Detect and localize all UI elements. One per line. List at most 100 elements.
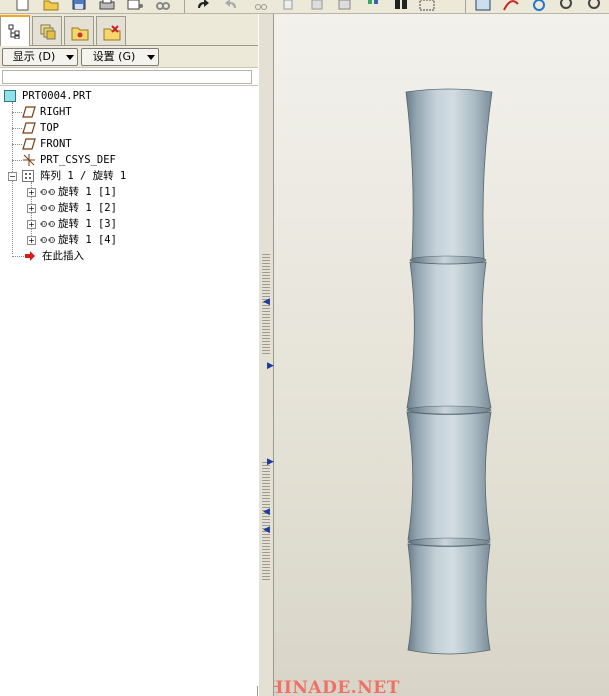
save-icon[interactable] [70, 0, 88, 12]
regenerate-icon[interactable] [364, 0, 382, 12]
send-mail-icon[interactable] [126, 0, 144, 12]
toolbar [0, 0, 609, 14]
expand-toggle[interactable]: + [27, 188, 36, 197]
tree-connector [12, 256, 24, 257]
bamboo-node-ring [407, 537, 491, 547]
collapse-left-arrow-icon[interactable]: ◀ [263, 508, 270, 517]
datum-plane-icon [22, 138, 36, 150]
bamboo-segment[interactable] [407, 543, 491, 655]
expand-toggle[interactable]: + [27, 204, 36, 213]
coordinate-system-icon [23, 154, 35, 166]
spin-icon[interactable] [530, 0, 548, 12]
layers-icon [40, 24, 56, 40]
tree-root-label: PRT0004.PRT [22, 90, 92, 102]
collapse-toggle[interactable]: − [8, 172, 17, 181]
expand-right-arrow-icon[interactable]: ▶ [267, 362, 274, 371]
tree-item-csys[interactable]: PRT_CSYS_DEF [22, 152, 222, 168]
binoculars-icon[interactable] [392, 0, 410, 12]
tree-connector [12, 144, 22, 145]
graphics-viewport[interactable]: BBS.CHINADE.NET [274, 14, 609, 696]
toolbar-separator [465, 0, 466, 13]
tab-folder-browser[interactable] [64, 16, 94, 45]
paste-icon[interactable] [308, 0, 326, 12]
tab-layers[interactable] [32, 16, 62, 45]
zoom-icon[interactable] [558, 0, 576, 12]
collapse-left-arrow-icon[interactable]: ◀ [263, 526, 270, 535]
revolve-icon [40, 205, 56, 211]
collapse-left-arrow-icon[interactable]: ◀ [263, 298, 270, 307]
pattern-icon [22, 170, 34, 182]
tree-item-label: 在此插入 [42, 250, 84, 262]
new-file-icon[interactable] [14, 0, 32, 12]
insert-arrow-icon [25, 251, 35, 261]
tree-item-label: PRT_CSYS_DEF [40, 154, 116, 166]
print-icon[interactable] [98, 0, 116, 12]
tree-connector [12, 160, 22, 161]
bamboo-model[interactable] [274, 14, 609, 696]
tree-item-label: 旋转 1 [2] [58, 202, 117, 214]
open-folder-icon[interactable] [42, 0, 60, 12]
tree-item-revolve[interactable]: 旋转 1 [3] [40, 216, 190, 232]
tree-item-label: 旋转 1 [4] [58, 234, 117, 246]
tab-favorites[interactable] [96, 16, 126, 45]
model-tree: PRT0004.PRT RIGHT TOP FRONT PRT_CSYS_DEF… [0, 86, 258, 686]
dropdown-arrow-icon [66, 55, 74, 60]
spline-icon[interactable] [502, 0, 520, 12]
datum-plane-icon [22, 122, 36, 134]
tab-model-tree[interactable] [0, 15, 30, 46]
tree-connector [12, 128, 22, 129]
show-menu-button[interactable]: 显示 (D) [2, 48, 78, 66]
tree-item-insert-here[interactable]: 在此插入 [24, 248, 174, 264]
tree-item-revolve[interactable]: 旋转 1 [1] [40, 184, 190, 200]
folder-icon [71, 27, 89, 41]
undo-icon[interactable] [194, 0, 212, 12]
tree-item-revolve[interactable]: 旋转 1 [2] [40, 200, 190, 216]
link-icon[interactable] [154, 0, 172, 12]
expand-toggle[interactable]: + [27, 220, 36, 229]
bamboo-segment[interactable] [406, 411, 492, 544]
tree-item-label: 旋转 1 [1] [58, 186, 117, 198]
favorites-icon [103, 25, 121, 41]
panel-splitter[interactable]: ◀ ▶ ▶ ◀ ◀ [258, 14, 274, 696]
tree-item-label: TOP [40, 122, 59, 134]
revolve-icon [40, 189, 56, 195]
tree-item-datum-top[interactable]: TOP [22, 120, 202, 136]
splitter-grip[interactable] [262, 462, 270, 582]
settings-menu-button[interactable]: 设置 (G) [81, 48, 159, 66]
model-tree-icon [8, 24, 20, 39]
part-icon [4, 90, 16, 102]
tree-item-label: 旋转 1 [3] [58, 218, 117, 230]
tree-item-datum-right[interactable]: RIGHT [22, 104, 202, 120]
bamboo-node-ring [406, 405, 492, 415]
revolve-icon [40, 221, 56, 227]
redo-icon[interactable] [222, 0, 240, 12]
model-tree-menu-bar: 显示 (D) 设置 (G) [0, 46, 258, 68]
watermark-text: BBS.CHINADE.NET [274, 678, 400, 696]
cut-icon[interactable] [252, 0, 270, 12]
tree-item-revolve[interactable]: 旋转 1 [4] [40, 232, 190, 248]
navigator-tabs [0, 14, 258, 46]
tree-connector [12, 112, 22, 113]
expand-right-arrow-icon[interactable]: ▶ [267, 458, 274, 467]
tree-item-label: RIGHT [40, 106, 72, 118]
revolve-icon [40, 237, 56, 243]
tree-filter-bar [0, 68, 258, 86]
show-menu-label: 显示 (D) [12, 50, 56, 63]
expand-toggle[interactable]: + [27, 236, 36, 245]
tree-root-part[interactable]: PRT0004.PRT [4, 88, 204, 104]
select-box-icon[interactable] [418, 0, 436, 12]
tree-item-pattern[interactable]: 阵列 1 / 旋转 1 [22, 168, 222, 184]
tree-item-label: FRONT [40, 138, 72, 150]
copy-icon[interactable] [280, 0, 298, 12]
tree-item-datum-front[interactable]: FRONT [22, 136, 202, 152]
sketch-icon[interactable] [474, 0, 492, 12]
dropdown-arrow-icon [147, 55, 155, 60]
datum-plane-icon [22, 106, 36, 118]
toolbar-separator [184, 0, 185, 13]
settings-menu-label: 设置 (G) [92, 50, 136, 63]
bamboo-segment[interactable] [405, 88, 493, 261]
bamboo-segment[interactable] [406, 261, 492, 412]
tree-filter-field[interactable] [2, 70, 252, 84]
paste-special-icon[interactable] [336, 0, 354, 12]
zoom-out-icon[interactable] [586, 0, 604, 12]
